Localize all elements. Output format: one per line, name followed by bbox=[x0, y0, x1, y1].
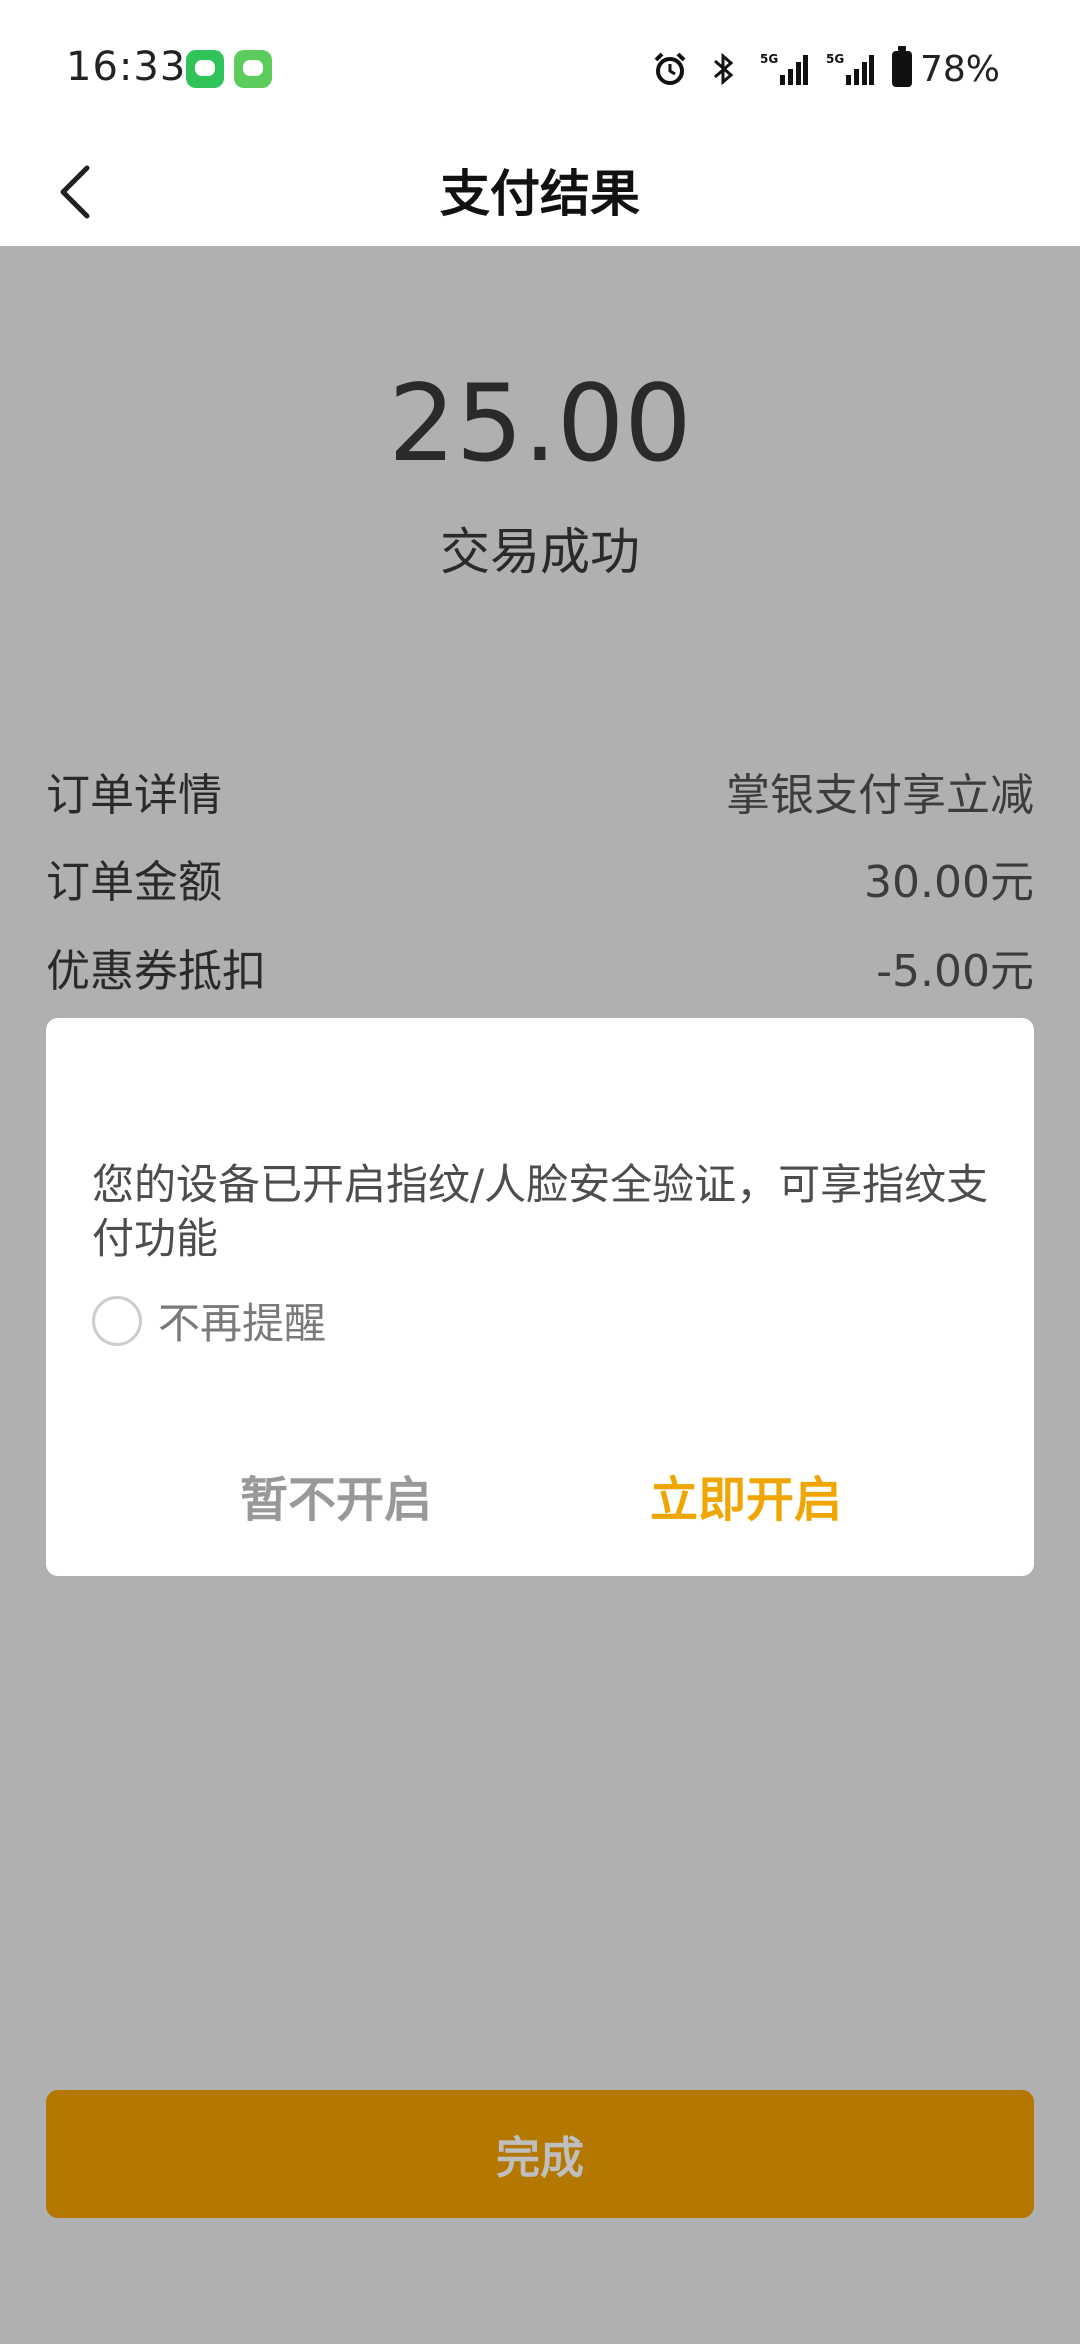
enable-now-button[interactable]: 立即开启 bbox=[566, 1460, 926, 1530]
page-title: 支付结果 bbox=[440, 165, 640, 223]
dont-remind-option[interactable]: 不再提醒 bbox=[92, 1290, 326, 1351]
battery-icon bbox=[891, 46, 912, 87]
dialog-message: 您的设备已开启指纹/人脸安全验证，可享指纹支付功能 bbox=[92, 1160, 989, 1263]
payment-status: 交易成功 bbox=[440, 523, 640, 581]
not-now-button[interactable]: 暂不开启 bbox=[156, 1460, 516, 1530]
detail-label: 订单金额 bbox=[46, 857, 222, 908]
detail-row-order: 订单详情 掌银支付享立减 bbox=[46, 756, 1034, 826]
detail-row-coupon: 优惠券抵扣 -5.00元 bbox=[46, 932, 1034, 1002]
battery-percent: 78% bbox=[919, 48, 1000, 90]
status-time: 16:33 bbox=[66, 44, 187, 90]
done-button[interactable]: 完成 bbox=[46, 2090, 1034, 2218]
fingerprint-dialog: 您的设备已开启指纹/人脸安全验证，可享指纹支付功能 不再提醒 暂不开启 立即开启 bbox=[46, 1018, 1034, 1576]
message-notification-icon bbox=[234, 50, 272, 88]
dont-remind-radio[interactable] bbox=[92, 1295, 142, 1346]
bluetooth-icon bbox=[706, 51, 742, 87]
payment-amount: 25.00 bbox=[388, 362, 692, 485]
alarm-icon bbox=[652, 51, 688, 87]
battery-status: 78% bbox=[891, 46, 1000, 90]
detail-row-amount: 订单金额 30.00元 bbox=[46, 843, 1034, 913]
network-label-1: 5G bbox=[760, 52, 778, 66]
dont-remind-label: 不再提醒 bbox=[158, 1299, 327, 1348]
detail-value: -5.00元 bbox=[876, 946, 1034, 997]
detail-label: 订单详情 bbox=[46, 770, 222, 821]
detail-value: 30.00元 bbox=[864, 857, 1034, 908]
wechat-notification-icon bbox=[186, 50, 224, 88]
signal-5g-icon-2: 5G bbox=[826, 51, 874, 87]
signal-5g-icon-1: 5G bbox=[760, 51, 808, 87]
detail-value: 掌银支付享立减 bbox=[726, 770, 1034, 821]
detail-label: 优惠券抵扣 bbox=[46, 946, 266, 997]
title-bar: 支付结果 bbox=[0, 140, 1080, 246]
system-icons: 5G 5G 78% bbox=[652, 44, 1000, 94]
network-label-2: 5G bbox=[826, 52, 844, 66]
status-bar: 16:33 5G 5G 78% bbox=[0, 0, 1080, 140]
